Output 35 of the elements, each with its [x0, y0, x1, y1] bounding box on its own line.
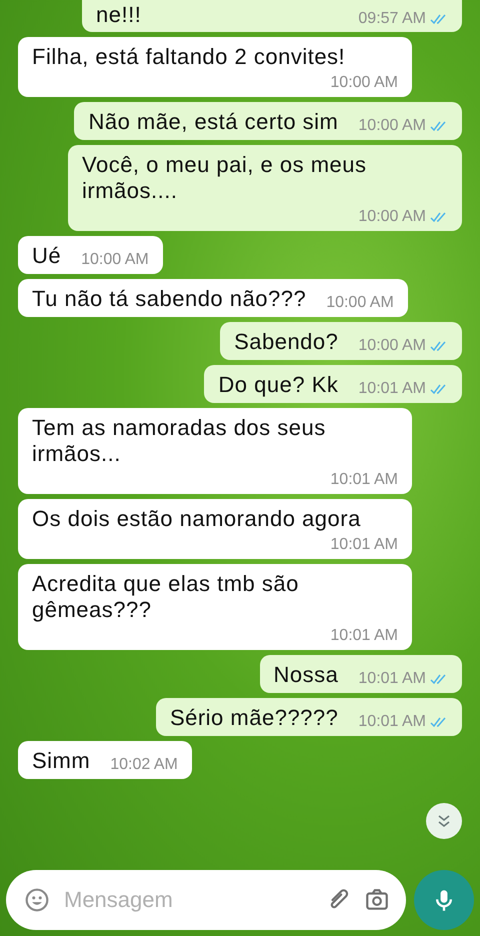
message-time: 10:01 AM — [330, 627, 398, 645]
message-text: Ué — [32, 243, 62, 269]
message-text: Simm — [32, 748, 90, 774]
message-time: 10:02 AM — [110, 756, 178, 774]
message-text: Sério mãe????? — [170, 705, 338, 731]
message-time: 10:00 AM — [326, 294, 394, 312]
message-text: Do que? Kk — [218, 372, 338, 398]
message-input-field[interactable]: Mensagem — [62, 886, 314, 914]
message-text: Tu não tá sabendo não??? — [32, 286, 306, 312]
message-text: Os dois estão namorando agora — [32, 506, 361, 532]
message-text: Nossa — [274, 662, 338, 688]
message-composer-field[interactable]: Mensagem — [6, 870, 406, 930]
message-time: 10:00 AM — [358, 337, 426, 355]
message-text: Não mãe, está certo sim — [88, 109, 338, 135]
message-time: 10:00 AM — [81, 251, 149, 269]
message-time: 10:01 AM — [358, 670, 426, 688]
message-time: 09:57 AM — [358, 10, 426, 28]
message-time: 10:01 AM — [358, 380, 426, 398]
camera-icon[interactable] — [364, 887, 390, 913]
message-time: 10:01 AM — [358, 713, 426, 731]
message-text: ne!!! — [96, 2, 142, 28]
message-text: Sabendo? — [234, 329, 338, 355]
message-time: 10:00 AM — [358, 208, 426, 226]
message-time: 10:00 AM — [358, 117, 426, 135]
microphone-icon — [436, 888, 452, 912]
message-time: 10:01 AM — [330, 471, 398, 489]
message-text: Você, o meu pai, e os meus irmãos.... — [82, 152, 368, 204]
scroll-down-button[interactable] — [426, 803, 462, 839]
double-chevron-down-icon — [436, 813, 452, 829]
message-time: 10:01 AM — [330, 536, 398, 554]
message-text: Tem as namoradas dos seus irmãos... — [32, 415, 327, 467]
message-text: Filha, está faltando 2 convites! — [32, 44, 346, 70]
emoji-icon[interactable] — [24, 887, 50, 913]
message-text: Acredita que elas tmb são gêmeas??? — [32, 571, 300, 623]
message-time: 10:00 AM — [330, 74, 398, 92]
